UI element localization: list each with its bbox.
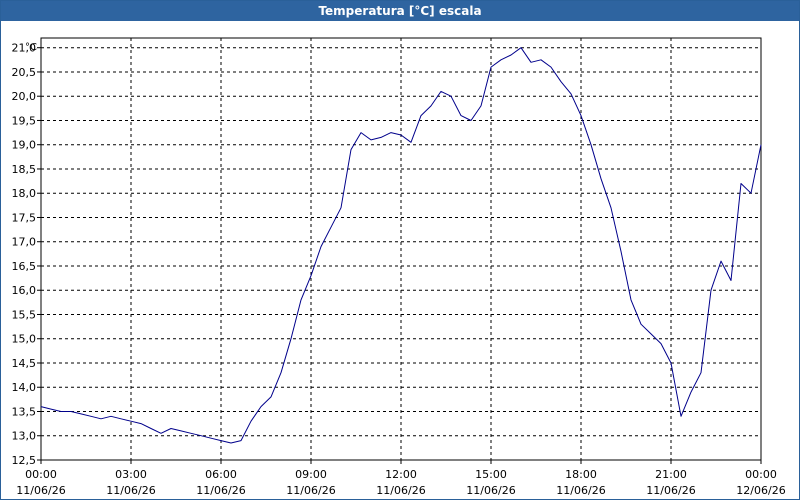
x-tick-time-label: 15:00: [475, 468, 507, 481]
y-tick-label: 16,5: [12, 260, 37, 273]
window-title: Temperatura [°C] escala: [1, 1, 799, 21]
y-tick-label: 20,0: [12, 90, 37, 103]
y-tick-label: 19,5: [12, 114, 37, 127]
x-tick-time-label: 00:00: [745, 468, 777, 481]
x-tick-date-label: 11/06/26: [376, 484, 425, 497]
y-tick-label: 14,5: [12, 357, 37, 370]
y-tick-label: 12,5: [12, 454, 37, 467]
y-tick-label: 15,0: [12, 333, 37, 346]
y-tick-label: 18,5: [12, 163, 37, 176]
y-tick-label: 14,0: [12, 381, 37, 394]
x-tick-date-label: 11/06/26: [286, 484, 335, 497]
x-tick-time-label: 06:00: [205, 468, 237, 481]
y-tick-label: 19,0: [12, 139, 37, 152]
x-tick-date-label: 12/06/26: [736, 484, 785, 497]
axes: 12,5 13,0 13,5 14,0 14,5 15,0 15,5 16,0 16,5 17,0…: [12, 37, 786, 497]
y-tick-label: 16,0: [12, 284, 37, 297]
x-tick-date-label: 11/06/26: [556, 484, 605, 497]
x-tick-date-label: 11/06/26: [196, 484, 245, 497]
x-tick-date-label: 11/06/26: [466, 484, 515, 497]
x-tick-date-label: 11/06/26: [106, 484, 155, 497]
y-tick-label: 18,0: [12, 187, 37, 200]
y-tick-label: 17,5: [12, 211, 37, 224]
y-tick-label: 20,5: [12, 66, 37, 79]
y-tick-label: 17,0: [12, 236, 37, 249]
x-tick-time-label: 12:00: [385, 468, 417, 481]
x-tick-time-label: 21:00: [655, 468, 687, 481]
y-tick-label: 13,5: [12, 405, 37, 418]
x-tick-time-label: 00:00: [25, 468, 57, 481]
grid: [40, 38, 762, 461]
chart-window: Temperatura [°C] escala 12,5 13,0 13,5 14,0…: [0, 0, 800, 500]
y-axis-unit-label: °C: [25, 42, 37, 53]
x-tick-date-label: 11/06/26: [16, 484, 65, 497]
x-tick-date-label: 11/06/26: [646, 484, 695, 497]
x-tick-time-label: 18:00: [565, 468, 597, 481]
x-tick-time-label: 03:00: [115, 468, 147, 481]
x-tick-time-label: 09:00: [295, 468, 327, 481]
y-tick-label: 13,0: [12, 430, 37, 443]
y-tick-label: 15,5: [12, 308, 37, 321]
temperature-chart: 12,5 13,0 13,5 14,0 14,5 15,0 15,5 16,0 16,5 17,0…: [12, 37, 786, 497]
